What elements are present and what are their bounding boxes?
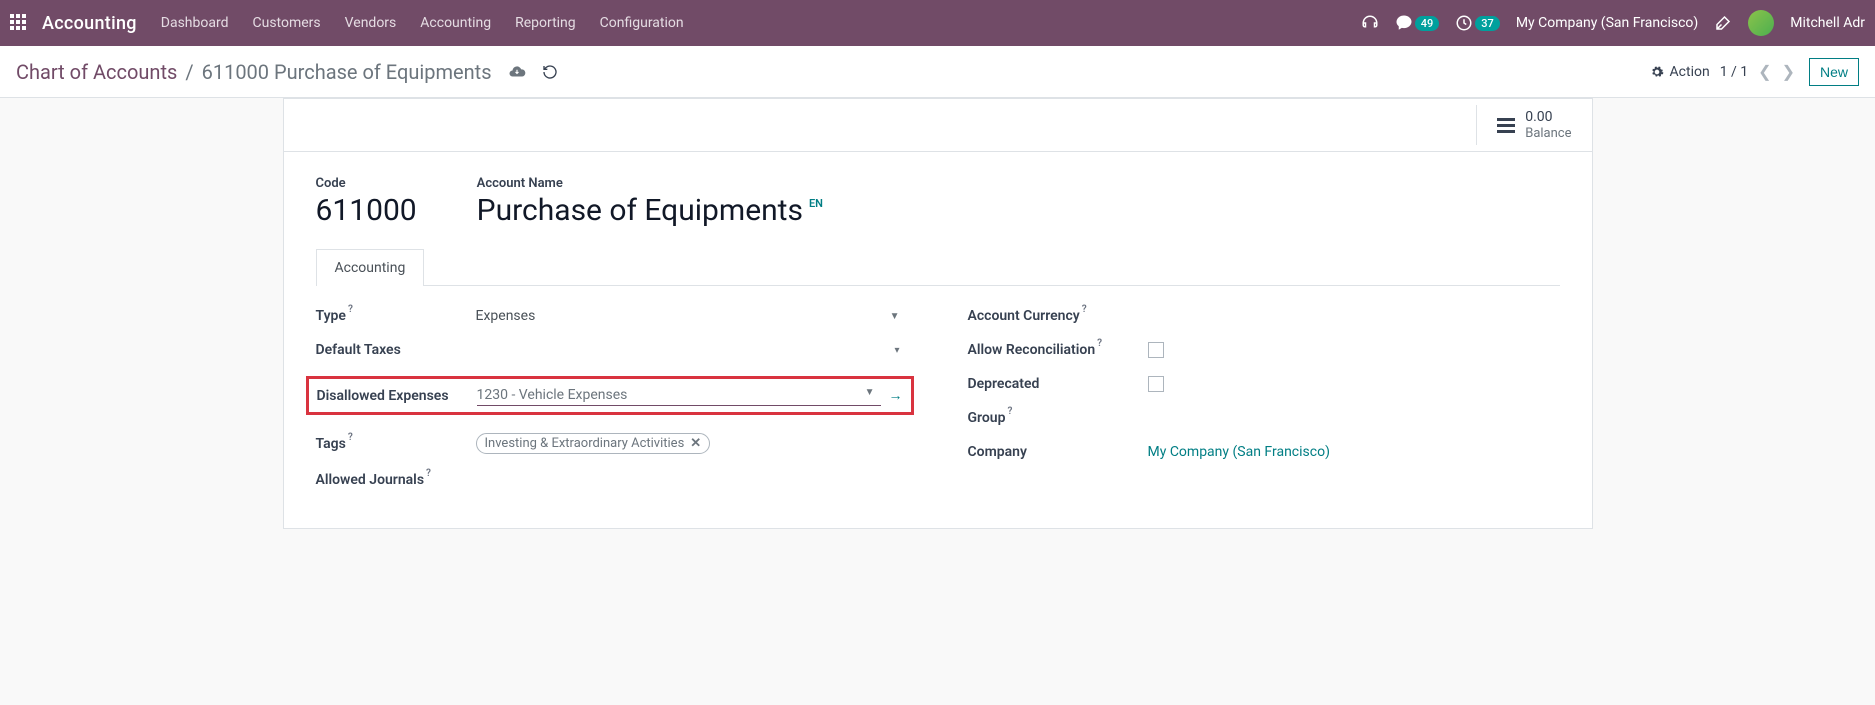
- nav-dashboard[interactable]: Dashboard: [161, 15, 229, 31]
- activities-badge: 37: [1475, 16, 1500, 31]
- disallowed-expenses-input[interactable]: 1230 - Vehicle Expenses ▼: [477, 385, 881, 406]
- tag-chip: Investing & Extraordinary Activities ✕: [476, 433, 711, 454]
- allowed-journals-label: Allowed Journals: [316, 472, 425, 488]
- messages-badge: 49: [1415, 16, 1440, 31]
- balance-label: Balance: [1525, 126, 1571, 142]
- deprecated-checkbox[interactable]: [1148, 376, 1164, 392]
- help-icon[interactable]: ?: [1082, 304, 1087, 315]
- type-value: Expenses: [476, 308, 536, 324]
- field-allowed-journals: Allowed Journals?: [316, 472, 908, 488]
- tags-label: Tags: [316, 436, 346, 452]
- code-value[interactable]: 611000: [316, 193, 417, 228]
- help-icon[interactable]: ?: [426, 468, 431, 479]
- nav-customers[interactable]: Customers: [253, 15, 321, 31]
- balance-value: 0.00: [1525, 109, 1571, 126]
- highlighted-field: Disallowed Expenses 1230 - Vehicle Expen…: [306, 376, 914, 415]
- app-name: Accounting: [42, 13, 137, 34]
- tag-text: Investing & Extraordinary Activities: [485, 436, 685, 451]
- messages-icon[interactable]: 49: [1395, 14, 1440, 32]
- new-button[interactable]: New: [1809, 58, 1859, 86]
- nav-menu: Dashboard Customers Vendors Accounting R…: [161, 15, 684, 31]
- help-icon[interactable]: ?: [1008, 406, 1013, 417]
- discard-icon[interactable]: [542, 64, 558, 80]
- topbar-right: 49 37 My Company (San Francisco) Mitchel…: [1361, 10, 1865, 36]
- pager-text: 1 / 1: [1720, 64, 1748, 80]
- deprecated-label: Deprecated: [968, 376, 1040, 392]
- chevron-down-icon: ▼: [890, 311, 900, 322]
- tab-accounting[interactable]: Accounting: [316, 249, 425, 286]
- account-name-label: Account Name: [477, 176, 823, 191]
- chevron-down-icon: ▼: [865, 387, 875, 398]
- allow-reconciliation-checkbox[interactable]: [1148, 342, 1164, 358]
- tag-remove-icon[interactable]: ✕: [690, 436, 701, 451]
- top-navbar: Accounting Dashboard Customers Vendors A…: [0, 0, 1875, 46]
- field-tags: Tags? Investing & Extraordinary Activiti…: [316, 433, 908, 454]
- action-menu[interactable]: Action: [1650, 64, 1710, 80]
- default-taxes-label: Default Taxes: [316, 342, 401, 358]
- apps-grid-icon[interactable]: [10, 14, 28, 32]
- nav-vendors[interactable]: Vendors: [345, 15, 397, 31]
- nav-accounting[interactable]: Accounting: [420, 15, 491, 31]
- field-deprecated: Deprecated: [968, 376, 1560, 392]
- field-default-taxes: Default Taxes ▾: [316, 342, 908, 358]
- help-icon[interactable]: ?: [348, 304, 353, 315]
- balance-stat-button[interactable]: 0.00 Balance: [1476, 105, 1591, 145]
- breadcrumb-bar: Chart of Accounts / 611000 Purchase of E…: [0, 46, 1875, 98]
- field-disallowed-expenses: Disallowed Expenses 1230 - Vehicle Expen…: [317, 385, 903, 406]
- breadcrumb-root[interactable]: Chart of Accounts: [16, 60, 177, 84]
- field-type: Type? Expenses ▼: [316, 308, 908, 324]
- type-label: Type: [316, 308, 346, 324]
- tags-input[interactable]: Investing & Extraordinary Activities ✕: [476, 433, 908, 454]
- gear-icon: [1650, 65, 1664, 79]
- code-label: Code: [316, 176, 417, 191]
- help-icon[interactable]: ?: [348, 432, 353, 443]
- field-company: Company My Company (San Francisco): [968, 444, 1560, 460]
- field-account-currency: Account Currency?: [968, 308, 1560, 324]
- chevron-down-icon: ▾: [894, 345, 899, 356]
- field-allow-reconciliation: Allow Reconciliation?: [968, 342, 1560, 358]
- breadcrumb-separator: /: [185, 60, 193, 84]
- nav-configuration[interactable]: Configuration: [600, 15, 684, 31]
- list-icon: [1497, 118, 1515, 133]
- company-link[interactable]: My Company (San Francisco): [1148, 444, 1330, 460]
- pager-prev[interactable]: ❮: [1758, 62, 1771, 81]
- account-name-value[interactable]: Purchase of Equipments: [477, 193, 803, 228]
- field-group: Group?: [968, 410, 1560, 426]
- type-select[interactable]: Expenses ▼: [476, 308, 908, 324]
- group-label: Group: [968, 410, 1006, 426]
- user-avatar[interactable]: [1748, 10, 1774, 36]
- cloud-save-icon[interactable]: [508, 63, 526, 81]
- disallowed-expenses-value: 1230 - Vehicle Expenses: [477, 387, 628, 403]
- disallowed-expenses-label: Disallowed Expenses: [317, 388, 449, 404]
- allow-reconciliation-label: Allow Reconciliation: [968, 342, 1096, 358]
- activities-icon[interactable]: 37: [1455, 14, 1500, 32]
- support-icon[interactable]: [1361, 14, 1379, 32]
- help-icon[interactable]: ?: [1097, 338, 1102, 349]
- action-label: Action: [1670, 64, 1710, 80]
- nav-reporting[interactable]: Reporting: [515, 15, 576, 31]
- language-badge[interactable]: EN: [809, 197, 823, 210]
- form-sheet: 0.00 Balance Code 611000 Account Name Pu…: [283, 98, 1593, 529]
- company-selector[interactable]: My Company (San Francisco): [1516, 15, 1698, 31]
- pager-next[interactable]: ❯: [1782, 62, 1795, 81]
- tools-icon[interactable]: [1714, 14, 1732, 32]
- company-label: Company: [968, 444, 1027, 460]
- account-currency-label: Account Currency: [968, 308, 1080, 324]
- external-link-icon[interactable]: →: [889, 387, 903, 404]
- breadcrumb-current: 611000 Purchase of Equipments: [202, 60, 492, 84]
- tabs: Accounting: [316, 248, 1560, 286]
- stat-bar: 0.00 Balance: [284, 99, 1592, 152]
- user-name[interactable]: Mitchell Adr: [1790, 15, 1865, 31]
